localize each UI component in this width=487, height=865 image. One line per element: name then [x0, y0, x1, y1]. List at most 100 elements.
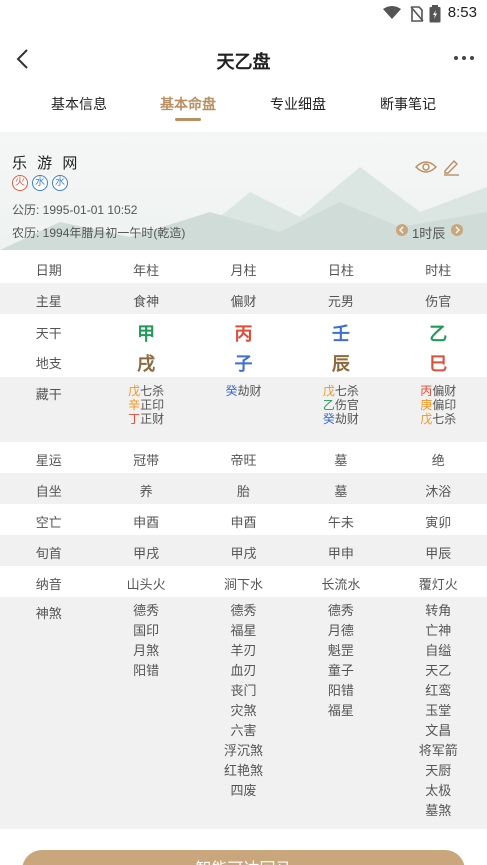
- header-hour: 时柱: [425, 263, 452, 278]
- shensha-item: 德秀: [327, 603, 354, 618]
- page-title: 天乙盘: [216, 52, 271, 72]
- shensha-item: 六害: [230, 723, 257, 738]
- row-label: 空亡: [35, 515, 62, 530]
- shensha-item: 福星: [230, 623, 257, 638]
- table-row-dizhi: 地支 戌 子 辰 巳: [0, 346, 487, 377]
- stem-star: 正印: [140, 398, 165, 412]
- shensha-item: 德秀: [230, 603, 257, 618]
- table-cell: 沐浴: [425, 484, 452, 499]
- element-badge: 水: [32, 175, 48, 191]
- no-sim-icon: [410, 6, 424, 22]
- shensha-item: 月煞: [133, 643, 160, 658]
- stem-char: 庚: [420, 398, 433, 412]
- row-label: 天干: [35, 326, 62, 341]
- shensha-item: 天厨: [425, 763, 452, 778]
- prev-hour-icon[interactable]: [396, 224, 408, 236]
- table-cell: 长流水: [321, 577, 361, 592]
- tab-notes[interactable]: 断事笔记: [363, 94, 453, 114]
- table-cell: 戊七杀 乙伤官 癸劫财: [292, 384, 389, 442]
- shensha-item: 德秀: [133, 603, 160, 618]
- row-label: 自坐: [35, 484, 62, 499]
- table-cell: 辰: [331, 354, 350, 374]
- shensha-item: 魁罡: [327, 643, 354, 658]
- stem-char: 乙: [322, 398, 335, 412]
- shensha-item: 墓煞: [425, 803, 452, 818]
- shensha-item: 福星: [327, 703, 354, 718]
- table-cell: 丙: [234, 324, 253, 344]
- tab-basic-chart[interactable]: 基本命盘: [143, 94, 233, 114]
- stem-star: 伤官: [334, 398, 359, 412]
- table-cell: 养: [139, 484, 153, 499]
- shensha-item: 文昌: [425, 723, 452, 738]
- table-cell: 乙: [429, 324, 448, 344]
- table-cell: 甲: [137, 324, 156, 344]
- edit-icon[interactable]: [442, 158, 460, 176]
- profile-name: 乐 游 网: [12, 155, 81, 172]
- table-row-zizuo: 自坐 养 胎 墓 沐浴: [0, 473, 487, 504]
- bottom-action-button[interactable]: 智能可达回马: [22, 850, 465, 865]
- table-cell: 甲戌: [133, 546, 160, 561]
- shensha-item: 阳错: [133, 663, 160, 678]
- shensha-item: 浮沉煞: [223, 743, 263, 758]
- shensha-item: 四废: [230, 783, 257, 798]
- stem-char: 丙: [420, 384, 433, 398]
- stem-star: 七杀: [140, 384, 165, 398]
- table-row-xunshou: 旬首 甲戌 甲戌 甲申 甲辰: [0, 535, 487, 566]
- table-cell: 丙偏财 庚偏印 戊七杀: [390, 384, 487, 442]
- stem-star: 偏印: [432, 398, 457, 412]
- table-cell: 绝: [431, 453, 445, 468]
- shensha-item: 丧门: [230, 683, 257, 698]
- stem-char: 戊: [420, 412, 433, 426]
- table-cell: 帝旺: [230, 453, 257, 468]
- shensha-item: 太极: [425, 783, 452, 798]
- table-cell: 癸劫财: [195, 384, 292, 442]
- shensha-item: 红艳煞: [223, 763, 263, 778]
- table-cell: 甲申: [327, 546, 354, 561]
- stem-star: 正财: [140, 412, 165, 426]
- table-cell: 申酉: [133, 515, 160, 530]
- table-row-canggan: 藏干 戊七杀 辛正印 丁正财 癸劫财 戊七杀 乙伤官 癸劫财 丙偏财 庚偏印 戊…: [0, 377, 487, 442]
- hour-label: 1时辰: [412, 226, 446, 241]
- stem-char: 戊: [128, 384, 141, 398]
- element-badge: 水: [52, 175, 68, 191]
- row-label: 藏干: [35, 387, 62, 402]
- lunar-date: 农历: 1994年腊月初一午时(乾造): [12, 226, 186, 240]
- table-cell: 山头火: [126, 577, 166, 592]
- element-badge: 火: [12, 175, 28, 191]
- row-label: 地支: [35, 356, 62, 371]
- tab-detailed-chart[interactable]: 专业细盘: [253, 94, 343, 114]
- stem-star: 七杀: [334, 384, 359, 398]
- table-cell: 巳: [429, 354, 448, 374]
- table-row-tiangan: 天干 甲 丙 壬 乙: [0, 314, 487, 346]
- element-badges: 火 水 水: [12, 175, 68, 191]
- shensha-item: 玉堂: [425, 703, 452, 718]
- row-label: 主星: [35, 294, 62, 309]
- next-hour-icon[interactable]: [451, 224, 463, 236]
- table-cell: 元男: [327, 294, 354, 309]
- more-icon[interactable]: [453, 48, 475, 68]
- stem-star: 偏财: [432, 384, 457, 398]
- solar-date: 公历: 1995-01-01 10:52: [12, 203, 138, 217]
- eye-icon[interactable]: [415, 160, 437, 174]
- table-row-kongwang: 空亡 申酉 申酉 午未 寅卯: [0, 504, 487, 535]
- table-row-shensha: 神煞 德秀 国印 月煞 阳错 德秀 福星 羊刃 血刃 丧门 灾煞 六害 浮沉煞 …: [0, 597, 487, 829]
- table-row-nayin: 纳音 山头火 涧下水 长流水 覆灯火: [0, 566, 487, 597]
- stem-char: 丁: [128, 412, 141, 426]
- shensha-item: 转角: [425, 603, 452, 618]
- table-cell: 冠带: [133, 453, 160, 468]
- status-bar: 8:53: [0, 0, 487, 28]
- stem-char: 癸: [225, 384, 238, 398]
- shensha-item: 自缢: [425, 643, 452, 658]
- stem-char: 癸: [322, 412, 335, 426]
- table-cell: 甲辰: [425, 546, 452, 561]
- row-label: 纳音: [35, 577, 62, 592]
- shensha-item: 红鸾: [425, 683, 452, 698]
- table-cell: 墓: [334, 453, 348, 468]
- table-cell: 墓: [334, 484, 348, 499]
- tab-bar: 基本信息 基本命盘 专业细盘 断事笔记: [0, 90, 487, 124]
- tab-basic-info[interactable]: 基本信息: [34, 94, 124, 114]
- battery-icon: [429, 5, 441, 23]
- table-cell: 覆灯火: [418, 577, 458, 592]
- profile-card: 乐 游 网 火 水 水 公历: 1995-01-01 10:52 农历: 199…: [0, 132, 487, 250]
- table-cell: 伤官: [425, 294, 452, 309]
